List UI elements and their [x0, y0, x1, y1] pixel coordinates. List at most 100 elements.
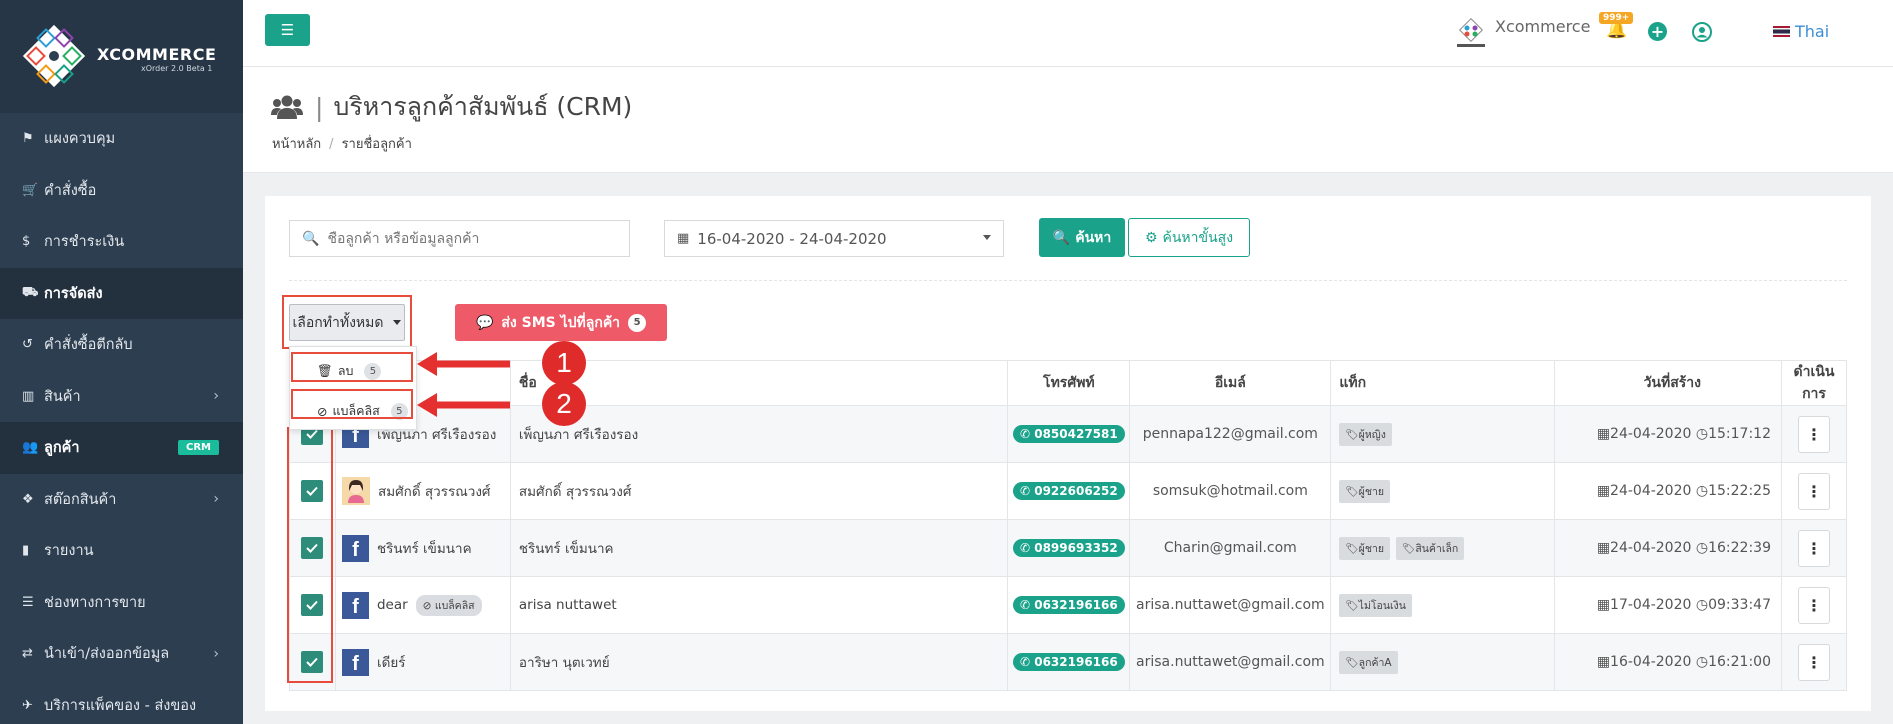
phone-badge[interactable]: ✆ 0632196166: [1012, 653, 1125, 671]
user-avatar-icon: [341, 477, 370, 505]
sidebar-item-orders[interactable]: 🛒 คำสั่งซื้อ: [0, 165, 243, 217]
customer-name: เพ็ญนภา ศรีเรืองรอง: [509, 405, 1009, 463]
tag-badge: 🏷ผู้ชาย: [1339, 536, 1390, 560]
table-row[interactable]: f ชรินทร์ เข็มนาค ชรินทร์ เข็มนาค ✆ 08996…: [289, 519, 1848, 577]
user-circle-icon[interactable]: [1692, 22, 1712, 42]
sidebar-item-returns[interactable]: ↺ คำสั่งซื้อตีกลับ: [0, 319, 243, 371]
row-action-button[interactable]: ⋮: [1797, 643, 1830, 681]
created-time: 09:33:47: [1708, 597, 1771, 613]
row-action-button[interactable]: ⋮: [1797, 472, 1830, 510]
clock-icon: ◷: [1695, 654, 1709, 670]
chevron-right-icon: ›: [213, 491, 219, 508]
brand-logo[interactable]: XCOMMERCE xOrder 2.0 Beta 1: [0, 0, 243, 113]
user-display-name[interactable]: สมศักดิ์ สุวรรณวงศ์: [378, 480, 491, 502]
plus-circle-icon[interactable]: +: [1648, 22, 1667, 41]
customer-email: arisa.nuttawet@gmail.com: [1129, 576, 1332, 634]
tag-badge: 🏷ผู้หญิง: [1339, 422, 1392, 446]
tag-badge: 🏷ไม่โอนเงิน: [1339, 593, 1412, 617]
customer-email: arisa.nuttawet@gmail.com: [1129, 633, 1332, 691]
header-email[interactable]: อีเมล์: [1129, 360, 1332, 406]
search-icon: 🔍: [302, 230, 320, 247]
users-icon: 👥: [22, 440, 39, 456]
search-field[interactable]: 🔍: [289, 220, 630, 257]
table-row[interactable]: สมศักดิ์ สุวรรณวงศ์ สมศักดิ์ สุวรรณวงศ์ …: [289, 462, 1848, 520]
advanced-search-button[interactable]: ⚙ ค้นหาขั้นสูง: [1128, 218, 1250, 257]
table-row[interactable]: f เดียร์ อาริษา นุตเวทย์ ✆ 0632196166 ari…: [289, 633, 1848, 691]
shop-name[interactable]: Xcommerce: [1495, 17, 1590, 36]
sidebar-item-customers[interactable]: 👥 ลูกค้า CRM: [0, 422, 243, 474]
sidebar-item-stock[interactable]: ❖ สต๊อกสินค้า ›: [0, 474, 243, 526]
sidebar-item-reports[interactable]: ▮ รายงาน: [0, 525, 243, 577]
sidebar-item-shipping[interactable]: ⛟ การจัดส่ง: [0, 267, 243, 319]
sidebar-item-packing[interactable]: ✈ บริการแพ็คของ - ส่งของ: [0, 680, 243, 724]
user-display-name[interactable]: ชรินทร์ เข็มนาค: [377, 537, 472, 559]
bar-chart-icon: ▮: [22, 543, 30, 559]
sidebar-item-import-export[interactable]: ⇄ นำเข้า/ส่งออกข้อมูล ›: [0, 628, 243, 680]
phone-badge[interactable]: ✆ 0632196166: [1012, 596, 1125, 614]
search-icon: 🔍: [1052, 229, 1071, 246]
header-created[interactable]: วันที่สร้าง: [1554, 360, 1782, 406]
row-action-button[interactable]: ⋮: [1797, 586, 1830, 624]
sidebar-toggle-button[interactable]: ☰: [265, 14, 310, 46]
header-action: ดำเนินการ: [1780, 360, 1848, 406]
customer-name: สมศักดิ์ สุวรรณวงศ์: [509, 462, 1009, 520]
breadcrumb-separator: /: [329, 137, 334, 152]
user-display-name[interactable]: เดียร์: [377, 651, 406, 673]
breadcrumb: หน้าหลัก / รายชื่อลูกค้า: [272, 133, 412, 154]
language-selector[interactable]: Thai: [1795, 22, 1829, 41]
sidebar-item-payments[interactable]: $ การชำระเงิน: [0, 216, 243, 268]
brand-version: xOrder 2.0 Beta 1: [141, 64, 213, 73]
page-title: | บริหารลูกค้าสัมพันธ์ (CRM): [271, 87, 632, 127]
send-sms-button[interactable]: 💬 ส่ง SMS ไปที่ลูกค้า 5: [455, 304, 667, 341]
created-time: 15:22:25: [1708, 483, 1771, 499]
header-tag[interactable]: แท็ก: [1330, 360, 1556, 406]
search-input[interactable]: [327, 230, 628, 247]
date-range-picker[interactable]: ▦ 16-04-2020 - 24-04-2020: [664, 220, 1004, 257]
facebook-icon: f: [341, 591, 369, 619]
created-date: 16-04-2020: [1610, 654, 1692, 670]
chevron-right-icon: ›: [213, 645, 219, 662]
crm-badge: CRM: [178, 440, 219, 456]
exchange-icon: ⇄: [22, 646, 33, 662]
truck-icon: ⛟: [22, 284, 39, 300]
user-display-name[interactable]: dear: [377, 597, 408, 613]
topbar: ☰ Xcommerce 🔔 999+ + Thai: [243, 0, 1893, 67]
clock-icon: ◷: [1695, 426, 1709, 442]
clock-icon: ◷: [1695, 597, 1709, 613]
kebab-menu-icon: ⋮: [1805, 481, 1822, 501]
calendar-icon: ▦: [1596, 540, 1611, 556]
row-action-button[interactable]: ⋮: [1797, 415, 1830, 453]
search-button[interactable]: 🔍 ค้นหา: [1039, 218, 1125, 257]
facebook-icon: f: [341, 648, 369, 676]
title-separator: |: [315, 92, 324, 122]
row-action-button[interactable]: ⋮: [1797, 529, 1830, 567]
phone-icon: ✆: [1019, 484, 1035, 498]
undo-icon: ↺: [22, 337, 33, 353]
callout-1: 1: [542, 341, 586, 385]
header-phone[interactable]: โทรศัพท์: [1007, 360, 1131, 406]
calendar-icon: ▦: [1596, 597, 1611, 613]
calendar-icon: ▦: [1596, 483, 1611, 499]
sidebar: XCOMMERCE xOrder 2.0 Beta 1 ⚑ แผงควบคุม 🛒…: [0, 0, 243, 724]
tag-badge: 🏷ผู้ชาย: [1339, 479, 1390, 503]
breadcrumb-home[interactable]: หน้าหลัก: [272, 137, 321, 152]
calendar-icon: ▦: [1596, 426, 1611, 442]
phone-badge[interactable]: ✆ 0899693352: [1012, 539, 1125, 557]
sidebar-item-channels[interactable]: ☰ ช่องทางการขาย: [0, 577, 243, 629]
created-time: 15:17:12: [1708, 426, 1771, 442]
sidebar-item-dashboard[interactable]: ⚑ แผงควบคุม: [0, 113, 243, 165]
phone-badge[interactable]: ✆ 0850427581: [1012, 425, 1125, 443]
annotation-box-blacklist: [291, 389, 413, 419]
customer-name: arisa nuttawet: [509, 576, 1009, 634]
kebab-menu-icon: ⋮: [1805, 595, 1822, 615]
table-row[interactable]: f dear ⊘ แบล็คลิส arisa nuttawet ✆ 0632196…: [289, 576, 1848, 634]
page-header: | บริหารลูกค้าสัมพันธ์ (CRM) หน้าหลัก / รา…: [243, 67, 1893, 173]
clock-icon: ◷: [1695, 540, 1709, 556]
chevron-right-icon: ›: [213, 388, 219, 405]
barcode-icon: ▥: [22, 388, 35, 404]
date-range-value: 16-04-2020 - 24-04-2020: [697, 229, 887, 248]
sidebar-item-products[interactable]: ▥ สินค้า ›: [0, 371, 243, 423]
phone-icon: ✆: [1019, 655, 1035, 669]
kebab-menu-icon: ⋮: [1805, 424, 1822, 444]
phone-badge[interactable]: ✆ 0922606252: [1012, 482, 1125, 500]
